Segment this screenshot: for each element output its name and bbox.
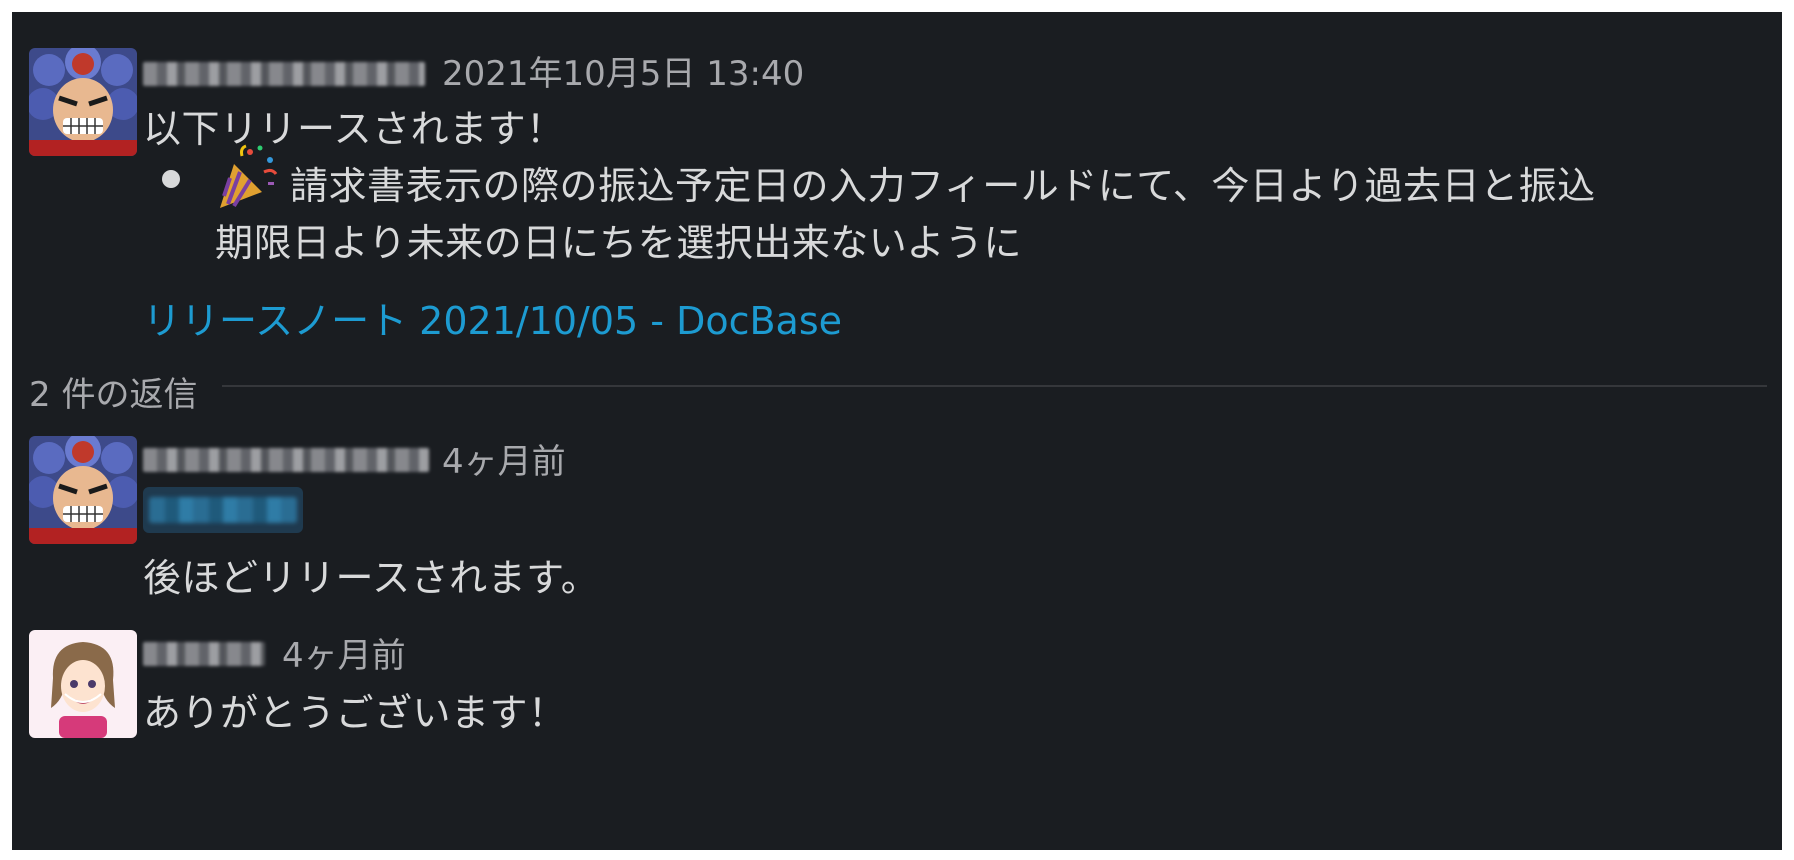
reply-text: 後ほどリリースされます。 xyxy=(143,556,600,600)
bullet-text-line-2: 期限日より未来の日にちを選択出来ないように xyxy=(215,221,1022,265)
username-redacted[interactable] xyxy=(143,62,425,86)
user-avatar-icon xyxy=(29,630,137,738)
release-notes-link[interactable]: リリースノート 2021/10/05 - DocBase xyxy=(143,290,842,345)
message-timestamp[interactable]: 2021年10月5日 13:40 xyxy=(442,46,804,95)
avatar[interactable] xyxy=(29,630,137,738)
user-avatar-icon xyxy=(29,48,137,156)
reply-text: ありがとうございます！ xyxy=(143,691,567,735)
avatar[interactable] xyxy=(29,48,137,156)
username-redacted[interactable] xyxy=(143,642,265,666)
reply-timestamp[interactable]: 4ヶ月前 xyxy=(442,434,566,483)
user-mention[interactable] xyxy=(143,487,303,533)
bullet-text-line-1: 請求書表示の際の振込予定日の入力フィールドにて、今日より過去日と振込 xyxy=(290,164,1596,208)
slack-thread-panel: 2021年10月5日 13:40 以下リリースされます！ 請求書表示の際の振込予… xyxy=(12,12,1782,850)
username-redacted[interactable] xyxy=(143,448,429,472)
mention-redacted xyxy=(149,497,297,523)
replies-divider xyxy=(222,385,1767,387)
bullet-point xyxy=(162,170,180,188)
party-popper-icon xyxy=(220,144,278,208)
message-headline: 以下リリースされます！ xyxy=(143,107,565,151)
replies-count-label[interactable]: 2 件の返信 xyxy=(29,367,197,416)
avatar[interactable] xyxy=(29,436,137,544)
user-avatar-icon xyxy=(29,436,137,544)
reply-timestamp[interactable]: 4ヶ月前 xyxy=(282,628,406,677)
